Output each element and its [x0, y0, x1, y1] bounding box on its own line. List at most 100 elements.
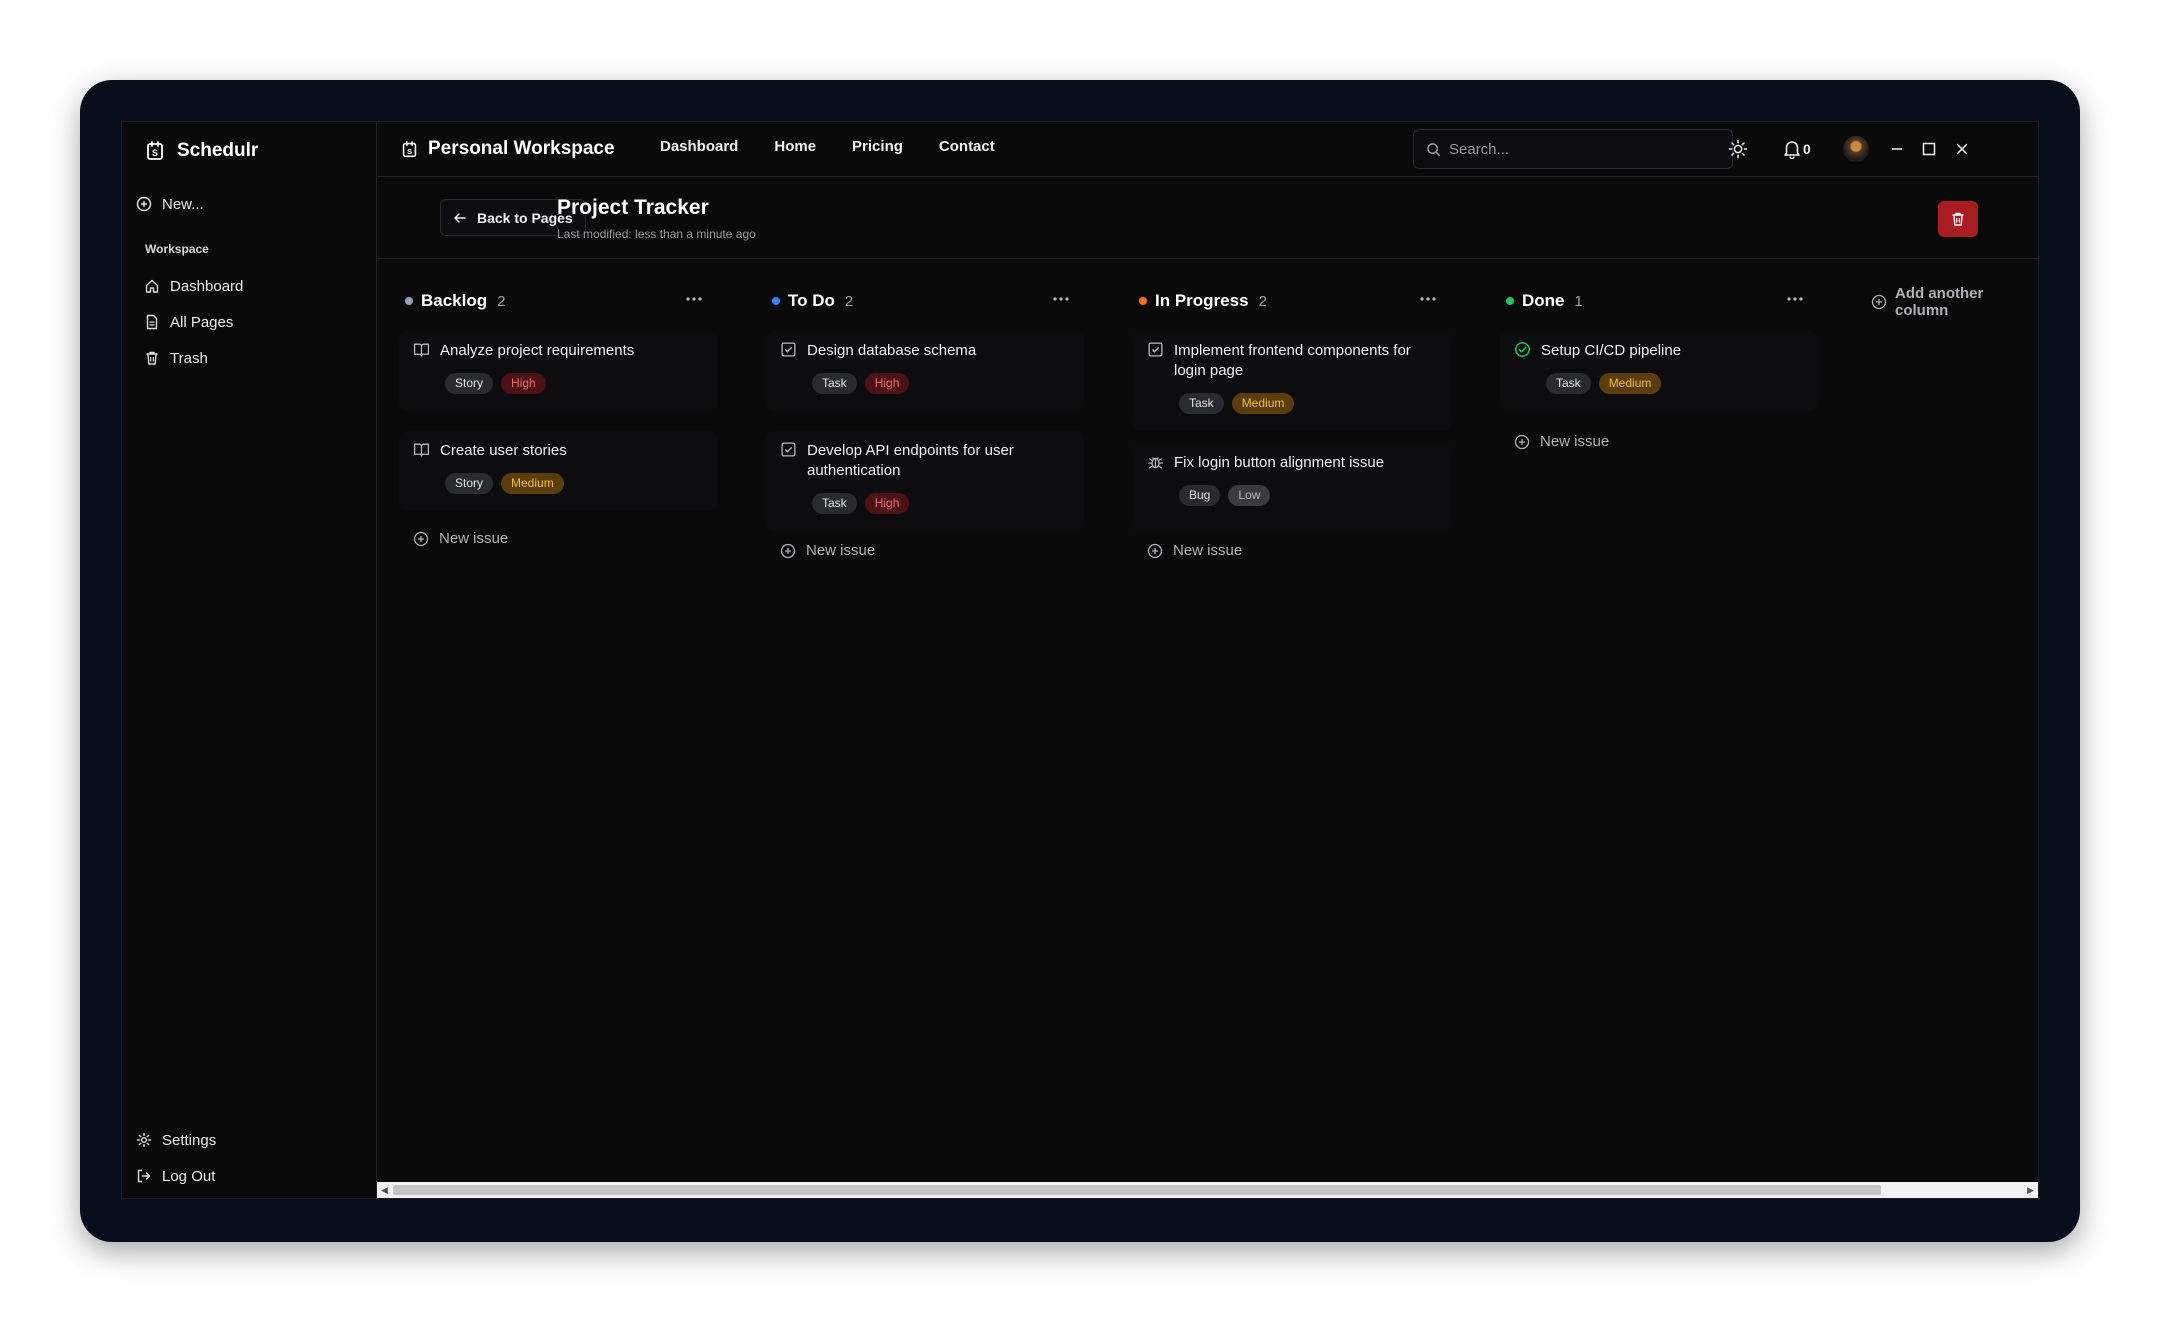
issue-card[interactable]: Implement frontend components for login … [1133, 331, 1451, 431]
priority-badge: High [864, 493, 910, 514]
issue-title: Develop API endpoints for user authentic… [807, 442, 1014, 479]
issue-card[interactable]: Setup CI/CD pipeline Task Medium [1500, 331, 1818, 411]
issue-title: Implement frontend components for login … [1174, 342, 1411, 379]
new-issue-button[interactable]: New issue [1147, 542, 1242, 559]
workspace-title[interactable]: S Personal Workspace [401, 134, 615, 164]
issue-card[interactable]: Develop API endpoints for user authentic… [766, 431, 1084, 531]
page-header: Back to Pages Project Tracker Last modif… [377, 177, 2038, 259]
issue-title: Setup CI/CD pipeline [1541, 342, 1682, 359]
priority-badge: Medium [501, 473, 564, 494]
search-input[interactable] [1449, 140, 1709, 158]
search-icon [1426, 142, 1441, 157]
issue-card[interactable]: Create user stories Story Medium [399, 431, 717, 511]
trash-icon [1950, 211, 1966, 227]
new-button-label: New... [162, 195, 204, 213]
book-icon [413, 341, 430, 358]
plus-circle-icon [1147, 543, 1163, 559]
issue-type-badge: Story [445, 473, 494, 494]
status-dot [1506, 297, 1514, 305]
issue-type-badge: Task [812, 373, 857, 394]
priority-badge: Medium [1598, 373, 1662, 394]
new-issue-button[interactable]: New issue [780, 542, 875, 559]
new-issue-label: New issue [806, 542, 876, 559]
column-count: 2 [1258, 292, 1267, 310]
notifications-button[interactable]: 0 [1783, 136, 1811, 162]
minimize-button[interactable] [1890, 136, 1904, 162]
search-box[interactable] [1413, 129, 1733, 169]
sidebar-item-trash[interactable]: Trash [144, 346, 208, 370]
column-count: 2 [497, 292, 506, 310]
new-issue-label: New issue [1540, 433, 1610, 450]
svg-text:S: S [152, 148, 158, 158]
sidebar: S Schedulr New... Workspace Dashboard Al… [122, 122, 377, 1198]
issue-title: Analyze project requirements [440, 342, 635, 359]
new-issue-button[interactable]: New issue [413, 530, 508, 547]
sidebar-item-dashboard[interactable]: Dashboard [144, 274, 243, 298]
issue-card[interactable]: Design database schema Task High [766, 331, 1084, 411]
top-nav: Dashboard Home Pricing Contact [660, 138, 995, 155]
nav-home[interactable]: Home [774, 138, 816, 155]
issue-title: Design database schema [807, 342, 977, 359]
app-name: Schedulr [177, 140, 259, 161]
priority-badge: High [501, 373, 546, 394]
sidebar-item-all-pages[interactable]: All Pages [144, 310, 233, 334]
issue-card[interactable]: Analyze project requirements Story High [399, 331, 717, 411]
book-icon [413, 441, 430, 458]
column-header: Backlog 2 [377, 289, 717, 313]
nav-pricing[interactable]: Pricing [852, 138, 903, 155]
avatar [1843, 136, 1869, 162]
notification-count: 0 [1803, 141, 1811, 157]
new-issue-button[interactable]: New issue [1514, 433, 1609, 450]
nav-contact[interactable]: Contact [939, 138, 995, 155]
close-button[interactable] [1955, 136, 1969, 162]
scroll-left-icon[interactable]: ◀ [381, 1186, 388, 1195]
column-header: To Do 2 [744, 289, 1084, 313]
add-column-label: Add another column [1895, 285, 1984, 319]
plus-circle-icon [1871, 294, 1887, 310]
bell-icon [1783, 139, 1801, 159]
sidebar-item-label: Trash [170, 349, 208, 367]
delete-page-button[interactable] [1938, 201, 1978, 237]
settings-button[interactable]: Settings [136, 1128, 216, 1152]
column-menu-button[interactable] [1786, 289, 1804, 309]
issue-title: Create user stories [440, 442, 567, 459]
arrow-left-icon [453, 211, 467, 225]
horizontal-scrollbar[interactable]: ◀ ▶ [377, 1182, 2038, 1198]
home-icon [144, 278, 160, 294]
scroll-right-icon[interactable]: ▶ [2027, 1186, 2034, 1195]
new-issue-label: New issue [1173, 542, 1243, 559]
maximize-icon [1922, 142, 1936, 156]
status-dot [1139, 297, 1147, 305]
issue-card[interactable]: Fix login button alignment issue Bug Low [1133, 443, 1451, 533]
app-window: S Schedulr New... Workspace Dashboard Al… [121, 121, 2039, 1199]
scrollbar-thumb[interactable] [393, 1185, 1881, 1195]
theme-toggle-button[interactable] [1728, 136, 1748, 162]
user-avatar-button[interactable] [1843, 136, 1869, 162]
close-icon [1955, 142, 1969, 156]
column-menu-button[interactable] [1052, 289, 1070, 309]
column-menu-button[interactable] [1419, 289, 1437, 309]
logout-label: Log Out [162, 1167, 216, 1185]
schedulr-logo-icon: S [145, 141, 165, 161]
column-title: In Progress [1155, 291, 1249, 310]
issue-type-badge: Task [1179, 393, 1224, 414]
status-dot [405, 297, 413, 305]
minimize-icon [1890, 142, 1904, 156]
logout-button[interactable]: Log Out [136, 1164, 215, 1188]
maximize-button[interactable] [1922, 136, 1936, 162]
logout-icon [136, 1168, 152, 1184]
column-title: Done [1522, 291, 1565, 310]
column-menu-button[interactable] [685, 289, 703, 309]
new-button[interactable]: New... [136, 192, 204, 216]
nav-dashboard[interactable]: Dashboard [660, 138, 738, 155]
status-dot [772, 297, 780, 305]
bug-icon [1147, 453, 1164, 470]
sidebar-section-label: Workspace [145, 242, 209, 256]
add-column-button[interactable]: Add another column [1871, 285, 2038, 319]
issue-title: Fix login button alignment issue [1174, 454, 1385, 471]
brand[interactable]: S Schedulr [145, 136, 258, 166]
priority-badge: Medium [1231, 393, 1295, 414]
file-icon [144, 314, 160, 330]
plus-circle-icon [136, 196, 152, 212]
issue-type-badge: Bug [1179, 485, 1221, 506]
